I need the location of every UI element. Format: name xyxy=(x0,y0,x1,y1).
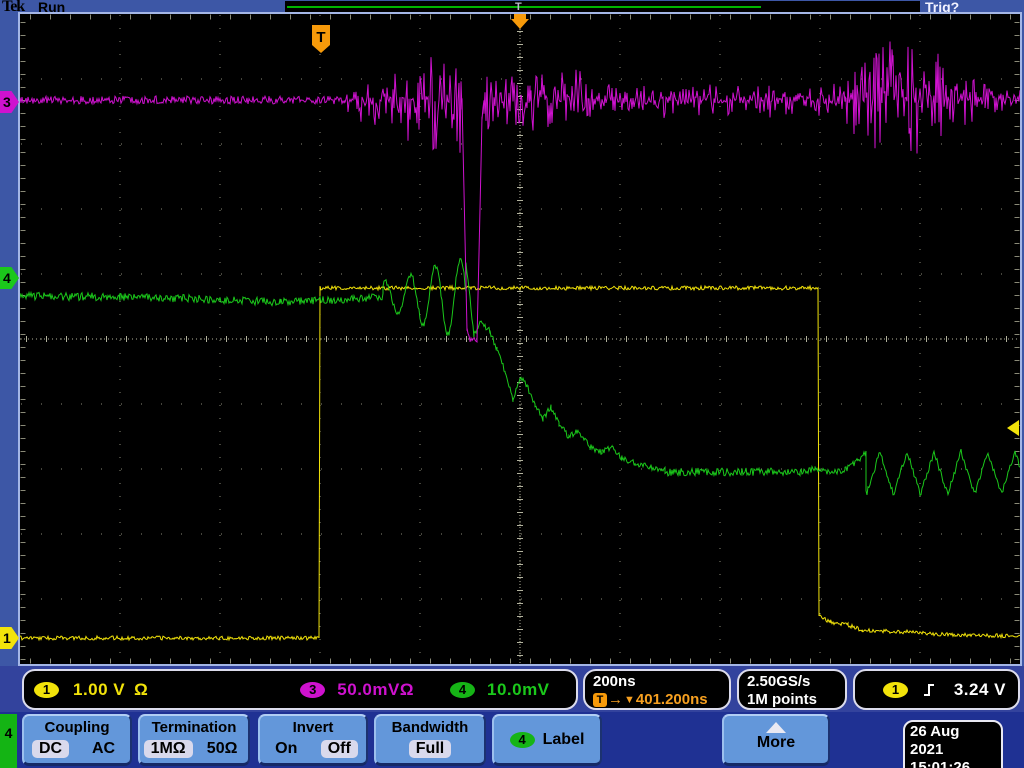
label-button[interactable]: 4 Label xyxy=(492,714,602,766)
more-title: More xyxy=(756,734,796,751)
ch1-impedance: Ω xyxy=(134,679,149,699)
invert-off-option[interactable]: Off xyxy=(320,740,358,758)
triangle-down-icon: ▼ xyxy=(624,693,635,706)
arrow-right-icon: → xyxy=(608,691,623,708)
time-per-div: 200ns xyxy=(593,673,636,690)
date-text: 26 Aug 2021 xyxy=(910,723,960,758)
record-length: 1M points xyxy=(747,691,817,708)
bandwidth-title: Bandwidth xyxy=(391,719,469,736)
sample-rate: 2.50GS/s xyxy=(747,673,811,690)
rising-edge-icon xyxy=(922,682,937,698)
ch4-scale: 10.0mV xyxy=(486,679,550,699)
invert-button[interactable]: Invert On Off xyxy=(258,714,368,766)
graticule: T xyxy=(18,12,1022,666)
channel-scale-readout[interactable]: 1 1.00 V Ω 3 50.0mV Ω 4 10.0mV xyxy=(22,669,578,710)
datetime-display: 26 Aug 2021 15:01:26 xyxy=(903,720,1003,768)
bandwidth-button[interactable]: Bandwidth Full xyxy=(374,714,486,766)
bandwidth-full-option[interactable]: Full xyxy=(408,740,452,758)
delay-value: 401.200ns xyxy=(635,691,708,708)
trigger-level-arrow[interactable] xyxy=(1007,420,1019,436)
ch3-scale: 50.0mV xyxy=(337,679,400,699)
horizontal-readout[interactable]: 200ns T → ▼ 401.200ns xyxy=(583,669,731,710)
ch4-trace xyxy=(20,257,1020,497)
ch1-position-marker[interactable]: 1 xyxy=(0,627,19,649)
trigger-source-badge: 1 xyxy=(883,681,908,698)
bottom-menu: 4 Coupling DC AC Termination 1MΩ 50Ω Inv… xyxy=(0,712,1024,768)
trigger-readout[interactable]: 1 3.24 V xyxy=(853,669,1020,710)
time-text: 15:01:26 xyxy=(910,759,971,768)
ch3-impedance: Ω xyxy=(399,679,414,699)
label-channel-badge: 4 xyxy=(509,731,535,748)
invert-title: Invert xyxy=(292,719,334,736)
more-button[interactable]: More xyxy=(722,714,830,766)
termination-title: Termination xyxy=(151,719,237,736)
ch4-badge[interactable]: 4 xyxy=(449,681,475,698)
ch3-badge[interactable]: 3 xyxy=(300,681,326,698)
invert-on-option[interactable]: On xyxy=(268,740,304,758)
termination-50-option[interactable]: 50Ω xyxy=(200,740,245,758)
ch4-position-marker[interactable]: 4 xyxy=(0,267,19,289)
coupling-ac-option[interactable]: AC xyxy=(85,740,122,758)
ch1-scale: 1.00 V xyxy=(73,679,126,699)
channel-menu-tab[interactable]: 4 xyxy=(0,714,17,768)
coupling-button[interactable]: Coupling DC AC xyxy=(22,714,132,766)
coupling-dc-option[interactable]: DC xyxy=(31,740,70,758)
scope-display: T xyxy=(20,14,1020,664)
ch1-badge[interactable]: 1 xyxy=(34,681,59,698)
record-view-waveform-line xyxy=(287,6,761,8)
readout-strip: 1 1.00 V Ω 3 50.0mV Ω 4 10.0mV 200ns T →… xyxy=(0,666,1024,712)
delay-position-marker[interactable] xyxy=(511,14,529,29)
termination-button[interactable]: Termination 1MΩ 50Ω xyxy=(138,714,250,766)
trigger-point-flag[interactable]: T xyxy=(312,25,330,53)
trigger-level: 3.24 V xyxy=(953,679,1006,699)
delay-t-icon: T xyxy=(593,692,607,707)
ch3-position-marker[interactable]: 3 xyxy=(0,91,19,113)
oscilloscope-screen: Tek Run T Trig? T 3 4 1 1 1.00 V Ω 3 50.… xyxy=(0,0,1024,768)
acquisition-readout[interactable]: 2.50GS/s 1M points xyxy=(737,669,847,710)
svg-text:T: T xyxy=(316,29,325,46)
chevron-up-icon xyxy=(766,722,786,733)
termination-1m-option[interactable]: 1MΩ xyxy=(143,740,193,758)
label-title: Label xyxy=(542,730,585,748)
coupling-title: Coupling xyxy=(44,719,110,736)
